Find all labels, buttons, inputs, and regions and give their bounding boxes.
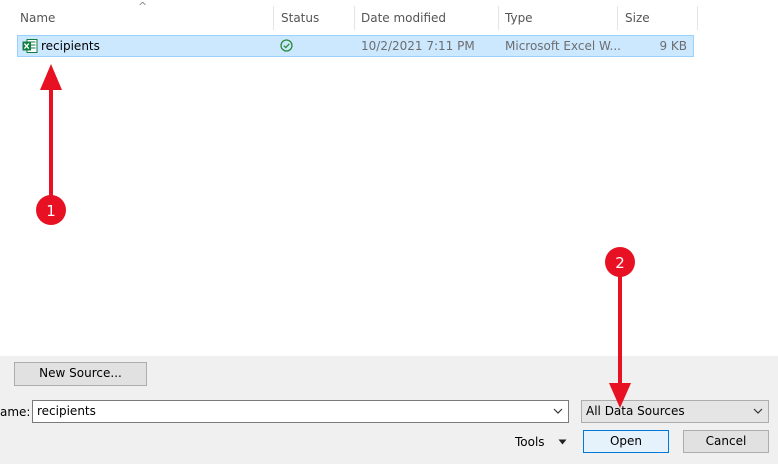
synced-check-icon bbox=[280, 39, 293, 52]
column-divider[interactable] bbox=[617, 6, 618, 30]
file-name-input[interactable]: recipients bbox=[37, 404, 96, 418]
column-header-type[interactable]: Type bbox=[505, 8, 533, 30]
excel-file-icon bbox=[22, 39, 38, 53]
file-date-modified: 10/2/2021 7:11 PM bbox=[361, 39, 475, 53]
column-header-status[interactable]: Status bbox=[281, 8, 319, 30]
dropdown-triangle-icon[interactable] bbox=[558, 439, 567, 445]
file-type-dropdown[interactable]: All Data Sources bbox=[581, 400, 769, 423]
file-row-recipients[interactable]: recipients 10/2/2021 7:11 PM Microsoft E… bbox=[17, 35, 694, 57]
sort-ascending-icon: ^ bbox=[138, 0, 148, 13]
column-header-size[interactable]: Size bbox=[625, 8, 650, 30]
column-divider[interactable] bbox=[498, 6, 499, 30]
cancel-button[interactable]: Cancel bbox=[683, 430, 769, 453]
file-name: recipients bbox=[41, 39, 100, 53]
chevron-down-icon[interactable] bbox=[751, 401, 765, 422]
file-type-selected: All Data Sources bbox=[586, 404, 685, 418]
new-source-button[interactable]: New Source... bbox=[14, 362, 147, 386]
file-type: Microsoft Excel W... bbox=[505, 39, 621, 53]
tools-menu-button[interactable]: Tools bbox=[515, 434, 545, 450]
column-divider[interactable] bbox=[697, 6, 698, 30]
file-list-pane[interactable]: ^ Name Status Date modified Type Size re… bbox=[0, 0, 778, 356]
column-divider[interactable] bbox=[354, 6, 355, 30]
column-header-name[interactable]: Name bbox=[20, 8, 55, 30]
column-divider[interactable] bbox=[273, 6, 274, 30]
file-size: 9 KB bbox=[659, 39, 687, 53]
file-name-combobox[interactable]: recipients bbox=[32, 400, 569, 423]
open-button[interactable]: Open bbox=[583, 430, 669, 453]
chevron-down-icon[interactable] bbox=[551, 401, 565, 422]
file-name-label: ame: bbox=[0, 405, 31, 419]
column-header-date-modified[interactable]: Date modified bbox=[361, 8, 446, 30]
